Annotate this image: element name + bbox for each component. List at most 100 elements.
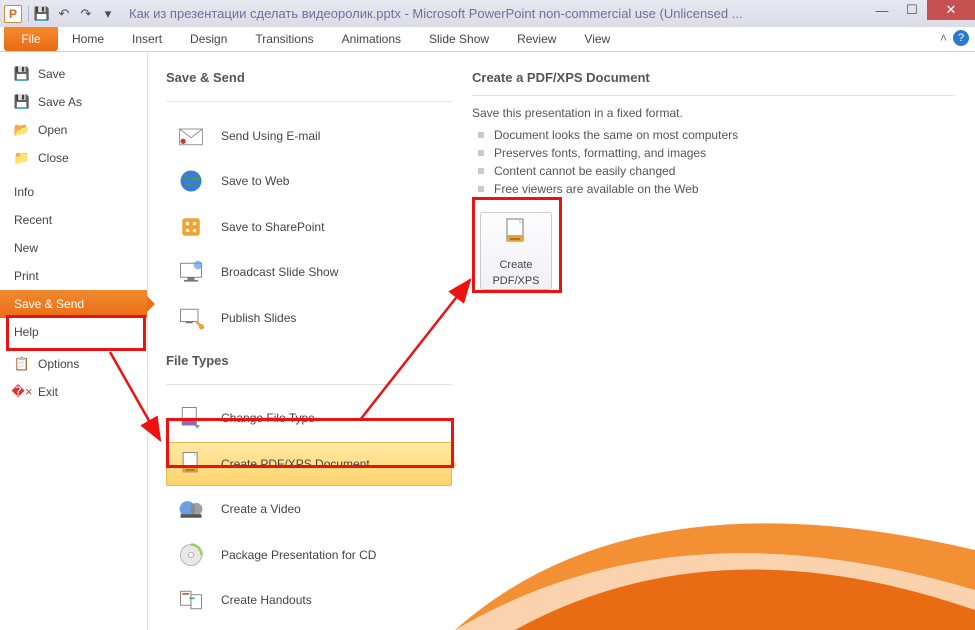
tab-review[interactable]: Review: [503, 27, 570, 51]
bullet: Preserves fonts, formatting, and images: [472, 144, 955, 162]
minimize-button[interactable]: —: [867, 0, 897, 20]
folder-open-icon: 📂: [14, 122, 30, 138]
section-title-save-send: Save & Send: [166, 70, 452, 85]
sidemenu-save-as[interactable]: 💾 Save As: [0, 88, 147, 116]
sharepoint-icon: [175, 211, 207, 243]
qat-separator: [28, 6, 29, 22]
window-buttons: — ☐ ✕: [867, 0, 975, 20]
opt-publish-slides[interactable]: Publish Slides: [166, 296, 452, 339]
sidemenu-label: Options: [38, 357, 79, 371]
sidemenu-label: Exit: [38, 385, 58, 399]
opt-save-web[interactable]: Save to Web: [166, 159, 452, 202]
sidemenu-label: Help: [14, 325, 39, 339]
opt-send-email[interactable]: Send Using E-mail: [166, 114, 452, 157]
create-pdf-xps-button[interactable]: Create PDF/XPS: [480, 212, 552, 290]
bullet: Free viewers are available on the Web: [472, 180, 955, 198]
cd-icon: [175, 539, 207, 571]
opt-save-sharepoint[interactable]: Save to SharePoint: [166, 205, 452, 248]
bullet: Content cannot be easily changed: [472, 162, 955, 180]
opt-create-video[interactable]: Create a Video: [166, 488, 452, 531]
publish-icon: [175, 302, 207, 334]
sidemenu-label: Recent: [14, 213, 52, 227]
floppy-icon: 💾: [14, 94, 30, 110]
center-panel: Save & Send Send Using E-mail Save to We…: [148, 52, 460, 630]
tab-view[interactable]: View: [570, 27, 624, 51]
window-title: Как из презентации сделать видеоролик.pp…: [119, 6, 971, 21]
titlebar: P 💾 ↶ ↷ ▾ Как из презентации сделать вид…: [0, 0, 975, 27]
broadcast-icon: [175, 256, 207, 288]
close-button[interactable]: ✕: [927, 0, 975, 20]
ribbon-tabs: File Home Insert Design Transitions Anim…: [0, 27, 975, 52]
right-desc: Save this presentation in a fixed format…: [472, 106, 955, 120]
qat-dropdown-icon[interactable]: ▾: [99, 5, 117, 23]
help-icon[interactable]: ?: [953, 30, 969, 46]
separator: [166, 101, 452, 102]
tab-slideshow[interactable]: Slide Show: [415, 27, 503, 51]
redo-icon[interactable]: ↷: [77, 5, 95, 23]
sidemenu-save[interactable]: 💾 Save: [0, 60, 147, 88]
right-panel: Create a PDF/XPS Document Save this pres…: [460, 52, 975, 630]
maximize-button[interactable]: ☐: [897, 0, 927, 20]
sidemenu-open[interactable]: 📂 Open: [0, 116, 147, 144]
btn-label-line2: PDF/XPS: [492, 275, 539, 287]
pdf-icon: [175, 448, 207, 480]
sidemenu-label: Print: [14, 269, 39, 283]
folder-close-icon: 📁: [14, 150, 30, 166]
sidemenu-label: Save As: [38, 95, 82, 109]
sidemenu-exit[interactable]: �× Exit: [0, 378, 147, 406]
collapse-ribbon-icon[interactable]: ˄: [940, 31, 947, 45]
pdf-icon: [500, 216, 532, 255]
sidemenu-label: Open: [38, 123, 67, 137]
opt-label: Create Handouts: [221, 593, 312, 607]
app-icon: P: [4, 5, 22, 23]
handouts-icon: [175, 584, 207, 616]
save-icon[interactable]: 💾: [33, 5, 51, 23]
options-icon: 📋: [14, 356, 30, 372]
opt-label: Package Presentation for CD: [221, 548, 376, 562]
opt-label: Create a Video: [221, 502, 301, 516]
tab-design[interactable]: Design: [176, 27, 241, 51]
btn-label-line1: Create: [499, 259, 532, 271]
separator: [472, 95, 955, 96]
opt-handouts[interactable]: Create Handouts: [166, 579, 452, 622]
tab-insert[interactable]: Insert: [118, 27, 176, 51]
sidemenu-close[interactable]: 📁 Close: [0, 144, 147, 172]
opt-change-file-type[interactable]: Change File Type: [166, 397, 452, 440]
right-title: Create a PDF/XPS Document: [472, 70, 955, 85]
sidemenu-label: Info: [14, 185, 34, 199]
sidemenu-label: Save: [38, 67, 65, 81]
section-title-file-types: File Types: [166, 353, 452, 368]
video-icon: [175, 493, 207, 525]
opt-broadcast[interactable]: Broadcast Slide Show: [166, 250, 452, 293]
undo-icon[interactable]: ↶: [55, 5, 73, 23]
tab-file[interactable]: File: [4, 27, 58, 51]
backstage-sidemenu: 💾 Save 💾 Save As 📂 Open 📁 Close Info Rec…: [0, 52, 148, 630]
sidemenu-new[interactable]: New: [0, 234, 147, 262]
exit-icon: �×: [14, 384, 30, 400]
globe-icon: [175, 165, 207, 197]
opt-package-cd[interactable]: Package Presentation for CD: [166, 533, 452, 576]
sidemenu-save-send[interactable]: Save & Send: [0, 290, 147, 318]
backstage: 💾 Save 💾 Save As 📂 Open 📁 Close Info Rec…: [0, 52, 975, 630]
opt-label: Save to Web: [221, 174, 289, 188]
change-file-type-icon: [175, 402, 207, 434]
opt-create-pdf-xps[interactable]: Create PDF/XPS Document: [166, 442, 452, 485]
envelope-icon: [175, 120, 207, 152]
tab-animations[interactable]: Animations: [328, 27, 415, 51]
sidemenu-recent[interactable]: Recent: [0, 206, 147, 234]
sidemenu-info[interactable]: Info: [0, 178, 147, 206]
sidemenu-options[interactable]: 📋 Options: [0, 350, 147, 378]
sidemenu-print[interactable]: Print: [0, 262, 147, 290]
opt-label: Broadcast Slide Show: [221, 265, 338, 279]
opt-label: Save to SharePoint: [221, 220, 324, 234]
bullet: Document looks the same on most computer…: [472, 126, 955, 144]
tab-transitions[interactable]: Transitions: [241, 27, 327, 51]
opt-label: Send Using E-mail: [221, 129, 320, 143]
sidemenu-label: Save & Send: [14, 297, 84, 311]
floppy-icon: 💾: [14, 66, 30, 82]
sidemenu-label: Close: [38, 151, 69, 165]
tab-home[interactable]: Home: [58, 27, 118, 51]
opt-label: Create PDF/XPS Document: [221, 457, 370, 471]
right-bullets: Document looks the same on most computer…: [472, 126, 955, 198]
sidemenu-help[interactable]: Help: [0, 318, 147, 346]
